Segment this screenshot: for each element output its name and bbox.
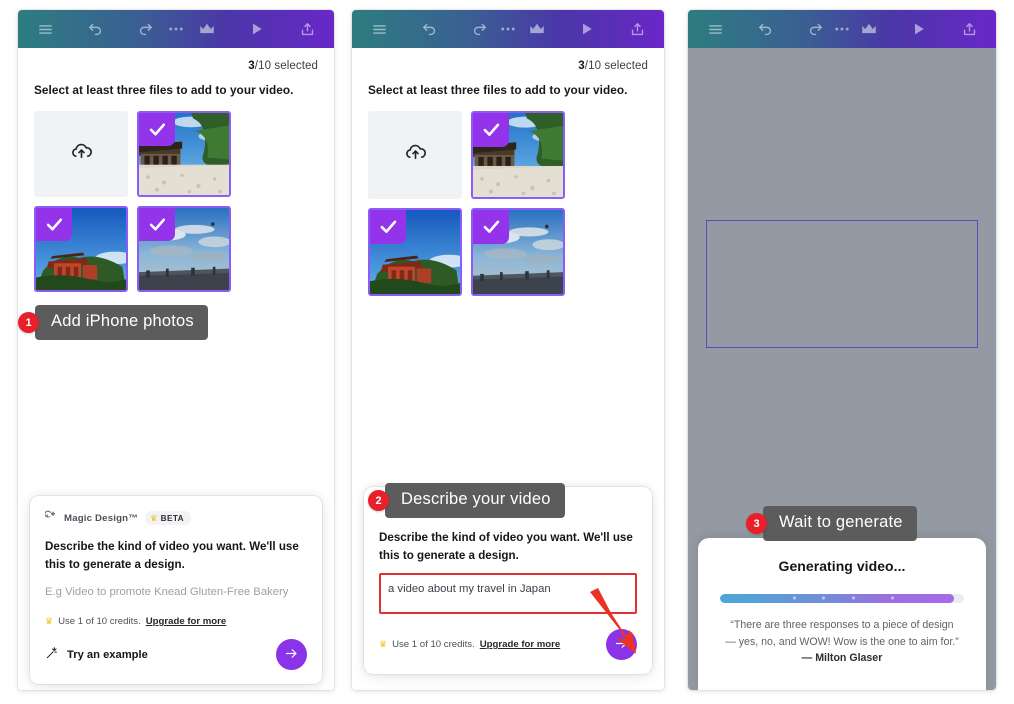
upgrade-link[interactable]: Upgrade for more (146, 616, 227, 627)
panel-step-1: 3/10 selected Select at least three file… (18, 10, 334, 690)
beta-badge: ♛ BETA (145, 511, 191, 526)
redo-icon[interactable] (132, 16, 158, 42)
editor-toolbar (352, 10, 664, 48)
panel-step-3: Generating video... “There are three res… (688, 10, 996, 690)
selection-count: 3/10 selected (248, 60, 318, 72)
panel-1-screen: 3/10 selected Select at least three file… (18, 48, 334, 690)
callout-label: Add iPhone photos (35, 305, 208, 340)
table-row[interactable] (471, 208, 565, 296)
generating-video-card: Generating video... “There are three res… (698, 537, 986, 690)
progress-bar-fill (720, 593, 955, 603)
table-row[interactable] (368, 208, 462, 296)
checkmark-icon (473, 113, 509, 147)
quote-line-2: — yes, no, and WOW! Wow is the one to ai… (725, 635, 959, 648)
crown-icon: ♛ (379, 639, 388, 649)
callout-step-2: 2 Describe your video (368, 483, 565, 518)
editor-toolbar (688, 10, 996, 48)
magic-design-card: Magic Design™ ♛ BETA Describe the kind o… (30, 496, 322, 684)
crown-icon[interactable] (194, 16, 220, 42)
undo-icon[interactable] (416, 16, 442, 42)
quote-line-1: “There are three responses to a piece of… (730, 618, 954, 631)
video-description-input[interactable]: E.g Video to promote Knead Gluten-Free B… (45, 585, 307, 601)
more-options-icon[interactable] (829, 16, 855, 42)
credits-row: ♛ Use 1 of 10 credits. Upgrade for more (379, 629, 637, 660)
crown-icon: ♛ (150, 512, 158, 523)
screenshot-root: 3/10 selected Select at least three file… (0, 0, 1014, 704)
share-icon[interactable] (624, 16, 650, 42)
arrow-right-icon (614, 636, 629, 654)
callout-number-badge: 3 (746, 513, 767, 534)
crown-icon: ♛ (45, 616, 54, 626)
magic-design-header: Magic Design™ ♛ BETA (44, 509, 307, 527)
play-icon[interactable] (574, 16, 600, 42)
table-row[interactable] (137, 111, 231, 197)
redo-icon[interactable] (802, 16, 828, 42)
media-picker-card: 3/10 selected Select at least three file… (18, 48, 334, 690)
editor-toolbar (18, 10, 334, 48)
credits-row: ♛ Use 1 of 10 credits. Upgrade for more (45, 616, 307, 627)
upload-tile[interactable] (368, 111, 462, 199)
more-options-icon[interactable] (495, 16, 521, 42)
selection-hint: Select at least three files to add to yo… (368, 83, 628, 97)
magic-design-description: Describe the kind of video you want. We'… (379, 531, 633, 562)
arrow-right-icon (284, 646, 299, 664)
checkmark-icon (139, 113, 175, 146)
crown-icon[interactable] (524, 16, 550, 42)
panel-3-screen: Generating video... “There are three res… (688, 48, 996, 690)
crown-icon[interactable] (856, 16, 882, 42)
table-row[interactable] (137, 206, 231, 292)
empty-canvas-frame (706, 220, 978, 348)
selection-hint: Select at least three files to add to yo… (34, 83, 294, 97)
menu-icon[interactable] (32, 16, 58, 42)
panel-2-screen: 3/10 selected Select at least three file… (352, 48, 664, 690)
callout-label: Describe your video (385, 483, 565, 518)
table-row[interactable] (34, 206, 128, 292)
magic-design-footer: Try an example (45, 639, 307, 670)
checkmark-icon (370, 210, 406, 244)
menu-icon[interactable] (702, 16, 728, 42)
callout-step-1: 1 Add iPhone photos (18, 305, 208, 340)
cloud-upload-icon (403, 140, 428, 170)
checkmark-icon (36, 208, 72, 241)
checkmark-icon (473, 210, 509, 244)
beta-label: BETA (160, 513, 184, 523)
magic-design-brand: Magic Design™ (64, 512, 139, 524)
page-title: Generating video... (778, 557, 906, 574)
upgrade-link[interactable]: Upgrade for more (480, 639, 561, 650)
photo-grid (352, 97, 664, 296)
share-icon[interactable] (956, 16, 982, 42)
callout-number-badge: 1 (18, 312, 39, 333)
callout-label: Wait to generate (763, 506, 917, 541)
magic-sparkle-icon (44, 509, 57, 527)
menu-icon[interactable] (366, 16, 392, 42)
more-options-icon[interactable] (163, 16, 189, 42)
cloud-upload-icon (69, 139, 94, 169)
photo-grid (18, 97, 334, 292)
quote-author: — Milton Glaser (801, 652, 883, 664)
media-picker-card: 3/10 selected Select at least three file… (352, 48, 664, 690)
try-an-example-label: Try an example (67, 648, 148, 661)
submit-button[interactable] (606, 629, 637, 660)
callout-number-badge: 2 (368, 490, 389, 511)
redo-icon[interactable] (466, 16, 492, 42)
play-icon[interactable] (906, 16, 932, 42)
submit-button[interactable] (276, 639, 307, 670)
play-icon[interactable] (244, 16, 270, 42)
try-an-example-button[interactable]: Try an example (45, 646, 148, 663)
progress-bar (720, 593, 964, 603)
checkmark-icon (139, 208, 175, 241)
undo-icon[interactable] (82, 16, 108, 42)
magic-design-description: Describe the kind of video you want. We'… (45, 540, 299, 571)
selection-count: 3/10 selected (578, 60, 648, 72)
credits-text: Use 1 of 10 credits. (392, 639, 475, 650)
callout-step-3: 3 Wait to generate (746, 506, 917, 541)
upload-tile[interactable] (34, 111, 128, 197)
video-description-input[interactable]: a video about my travel in Japan (379, 573, 637, 614)
sparkle-wand-icon (45, 646, 59, 663)
undo-icon[interactable] (752, 16, 778, 42)
panel-step-2: 3/10 selected Select at least three file… (352, 10, 664, 690)
share-icon[interactable] (294, 16, 320, 42)
table-row[interactable] (471, 111, 565, 199)
credits-text: Use 1 of 10 credits. (58, 616, 141, 627)
